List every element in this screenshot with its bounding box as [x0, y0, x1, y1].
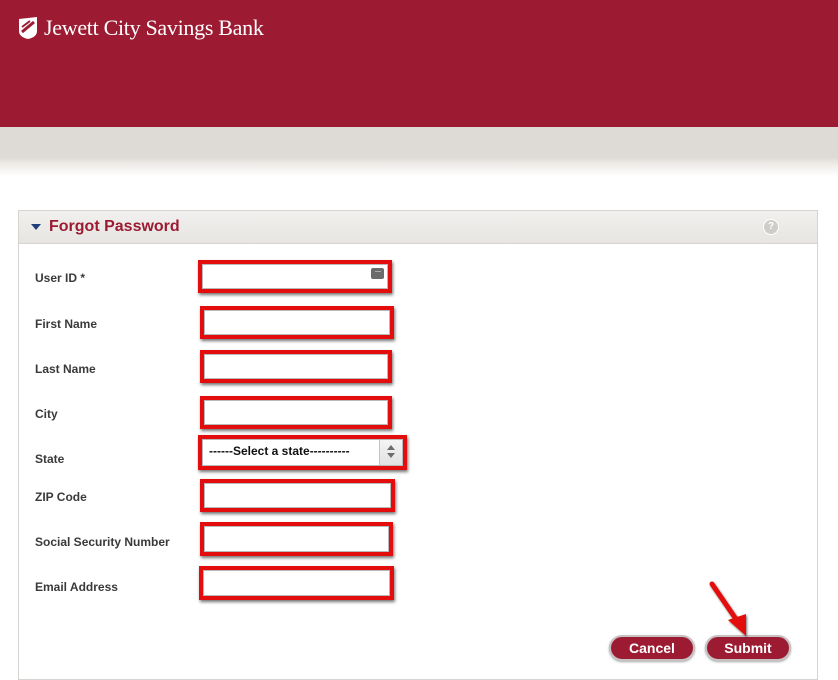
last-name-highlight: [200, 350, 392, 383]
panel-header[interactable]: Forgot Password ?: [19, 211, 817, 244]
first-name-input[interactable]: [204, 310, 390, 335]
chevron-up-icon: [387, 445, 395, 450]
chevron-down-icon: [387, 453, 395, 458]
help-icon[interactable]: ?: [763, 219, 779, 235]
user-id-highlight: ···: [198, 260, 392, 293]
ssn-label: Social Security Number: [35, 535, 170, 549]
user-id-label: User ID *: [35, 271, 86, 285]
user-id-input[interactable]: [202, 264, 388, 289]
ssn-highlight: [200, 522, 393, 556]
email-label: Email Address: [35, 580, 118, 594]
bank-shield-logo-icon: [19, 17, 37, 39]
bank-logo[interactable]: Jewett City Savings Bank: [18, 15, 264, 41]
zip-code-input[interactable]: [204, 483, 391, 508]
first-name-highlight: [200, 306, 394, 339]
ssn-input[interactable]: [204, 526, 389, 552]
panel-title: Forgot Password: [49, 218, 180, 235]
last-name-label: Last Name: [35, 362, 96, 376]
city-input[interactable]: [204, 400, 388, 425]
zip-code-label: ZIP Code: [35, 490, 87, 504]
state-label: State: [35, 452, 65, 466]
password-manager-icon[interactable]: ···: [371, 267, 384, 279]
forgot-password-panel: Forgot Password ? User ID * First Name L…: [18, 210, 818, 680]
site-header: Jewett City Savings Bank: [0, 0, 838, 127]
last-name-input[interactable]: [204, 354, 388, 379]
header-subbar: [0, 127, 838, 177]
city-label: City: [35, 407, 58, 421]
cancel-button[interactable]: Cancel: [609, 635, 695, 661]
state-highlight: ------Select a state----------: [198, 435, 407, 470]
city-highlight: [200, 396, 392, 429]
first-name-label: First Name: [35, 317, 98, 331]
zip-code-highlight: [200, 479, 395, 512]
select-spinner[interactable]: [379, 440, 402, 465]
state-selected-value: ------Select a state----------: [209, 444, 350, 458]
email-input[interactable]: [203, 570, 390, 596]
state-select[interactable]: ------Select a state----------: [202, 439, 403, 466]
caret-down-icon[interactable]: [31, 224, 41, 230]
bank-name: Jewett City Savings Bank: [44, 15, 264, 40]
annotation-arrow-icon: [709, 581, 746, 636]
email-highlight: [199, 566, 394, 600]
